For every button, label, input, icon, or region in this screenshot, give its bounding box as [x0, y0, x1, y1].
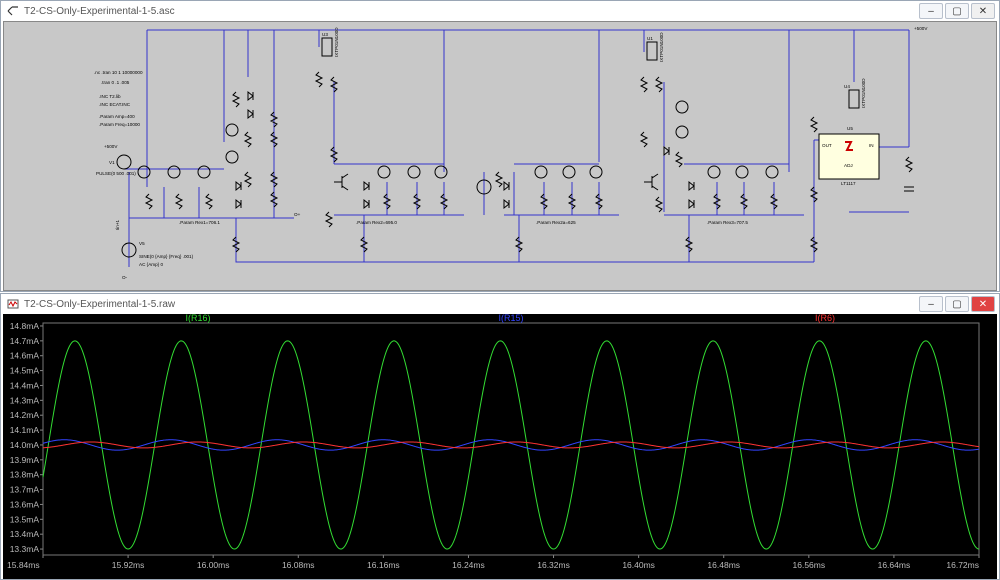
y-tick-label: 14.8mA: [10, 321, 40, 331]
minus-label: O-: [122, 275, 128, 280]
schematic-drawing: .nc .tran 10 1 10000000 .tran 0 .1 .005 …: [94, 26, 928, 280]
supply-label: +500V: [104, 144, 118, 149]
x-axis: 15.84ms 15.92ms 16.00ms 16.08ms 16.16ms 16.24…: [7, 555, 980, 570]
source-v1-value: PULSE(0 500 .001): [96, 171, 136, 176]
trace-ir16: [42, 340, 980, 550]
source-v5-value: SINE(0 {Amp} {Freq} .001): [139, 254, 194, 259]
param-label: .Param Rex1=706.1: [179, 220, 220, 225]
waveform-icon: [6, 297, 20, 311]
wires: [124, 29, 910, 267]
waveform-plot[interactable]: 14.8mA 14.7mA 14.6mA 14.5mA 14.4mA 14.3mA 14.2…: [3, 314, 997, 579]
y-tick-label: 14.3mA: [10, 395, 40, 405]
x-tick-label: 15.92ms: [112, 560, 145, 570]
x-tick-label: 16.56ms: [793, 560, 826, 570]
x-tick-label: 16.72ms: [946, 560, 979, 570]
y-tick-label: 14.6mA: [10, 351, 40, 361]
y-tick-label: 13.6mA: [10, 499, 40, 509]
mosfet-part: IXTP01N100D: [861, 78, 866, 108]
schematic-icon: [6, 4, 20, 18]
trace-ir15: [42, 439, 980, 451]
legend-item[interactable]: I(R6): [815, 314, 835, 323]
legend-item[interactable]: I(R16): [185, 314, 210, 323]
y-tick-label: 14.4mA: [10, 380, 40, 390]
regulator-name: U5: [847, 126, 853, 131]
y-axis: 14.8mA 14.7mA 14.6mA 14.5mA 14.4mA 14.3mA 14.2…: [10, 321, 43, 554]
x-tick-label: 15.84ms: [7, 560, 40, 570]
mosfet-label: U4: [844, 84, 850, 89]
param-label: .Param Rex2=695.0: [356, 220, 397, 225]
x-tick-label: 16.32ms: [537, 560, 570, 570]
minimize-button[interactable]: –: [919, 296, 943, 312]
components: [116, 37, 914, 258]
mosfet-part: IXTP01N100D: [334, 27, 339, 57]
y-tick-label: 14.7mA: [10, 336, 40, 346]
maximize-button[interactable]: ▢: [945, 296, 969, 312]
legend-item[interactable]: I(R15): [498, 314, 523, 323]
schematic-canvas[interactable]: .nc .tran 10 1 10000000 .tran 0 .1 .005 …: [3, 21, 997, 291]
directive: .tran 0 .1 .005: [101, 80, 130, 85]
regulator-block: [818, 133, 880, 180]
y-tick-label: 13.4mA: [10, 529, 40, 539]
schematic-title: T2-CS-Only-Experimental-1-5.asc: [24, 5, 175, 17]
directive: .Param Amp=400: [99, 114, 135, 119]
x-tick-label: 16.00ms: [197, 560, 230, 570]
directive: .Param Freq=10000: [99, 122, 140, 127]
mosfet-label: U1: [647, 36, 653, 41]
supply-label: +500V: [914, 26, 928, 31]
maximize-button[interactable]: ▢: [945, 3, 969, 19]
waveform-title: T2-CS-Only-Experimental-1-5.raw: [24, 298, 176, 310]
y-tick-label: 13.9mA: [10, 455, 40, 465]
waveform-chart[interactable]: 14.8mA 14.7mA 14.6mA 14.5mA 14.4mA 14.3mA 14.2…: [3, 314, 997, 579]
mosfet-part: IXTP01N100D: [659, 32, 664, 62]
legend[interactable]: I(R16) I(R15) I(R6): [185, 314, 835, 323]
x-tick-label: 16.64ms: [878, 560, 911, 570]
waveform-titlebar[interactable]: T2-CS-Only-Experimental-1-5.raw – ▢ ✕: [1, 294, 999, 314]
waveform-window[interactable]: T2-CS-Only-Experimental-1-5.raw – ▢ ✕ 14…: [0, 293, 1000, 580]
plot-frame: [42, 322, 980, 556]
traces: [42, 340, 980, 550]
vo-label: O+: [294, 212, 301, 217]
param-label: .Param Rex2a=625: [536, 220, 576, 225]
directive: .INC T2.lib: [99, 94, 121, 99]
param-label: .Param Rex3=707.5: [707, 220, 748, 225]
regulator-part: LT1117: [841, 181, 856, 186]
x-tick-label: 16.08ms: [282, 560, 315, 570]
minimize-button[interactable]: –: [919, 3, 943, 19]
schematic-window[interactable]: T2-CS-Only-Experimental-1-5.asc – ▢ ✕ .n…: [0, 0, 1000, 292]
x-tick-label: 16.48ms: [707, 560, 740, 570]
y-tick-label: 14.2mA: [10, 410, 40, 420]
regulator-adj: ADJ: [844, 163, 853, 168]
schematic-titlebar[interactable]: T2-CS-Only-Experimental-1-5.asc – ▢ ✕: [1, 1, 999, 21]
source-v5-ac: AC {Amp} 0: [139, 262, 163, 267]
close-button[interactable]: ✕: [971, 296, 995, 312]
y-tick-label: 14.1mA: [10, 425, 40, 435]
y-tick-label: 13.7mA: [10, 485, 40, 495]
y-tick-label: 13.5mA: [10, 514, 40, 524]
source-v1-label: V1: [109, 160, 115, 165]
directive: .INC ECAT.INC: [99, 102, 131, 107]
y-tick-label: 13.3mA: [10, 544, 40, 554]
x-tick-label: 16.24ms: [452, 560, 485, 570]
y-tick-label: 13.8mA: [10, 470, 40, 480]
y-tick-label: 14.5mA: [10, 366, 40, 376]
x-tick-label: 16.16ms: [367, 560, 400, 570]
regulator-in: IN: [869, 143, 874, 148]
close-button[interactable]: ✕: [971, 3, 995, 19]
y-tick-label: 14.0mA: [10, 440, 40, 450]
probe-iin: Iin+1: [115, 219, 120, 230]
directive: .nc .tran 10 1 10000000: [94, 70, 143, 75]
source-v5-label: V5: [139, 241, 145, 246]
mosfet-label: U3: [322, 32, 328, 37]
x-tick-label: 16.40ms: [622, 560, 655, 570]
regulator-out: OUT: [822, 143, 832, 148]
